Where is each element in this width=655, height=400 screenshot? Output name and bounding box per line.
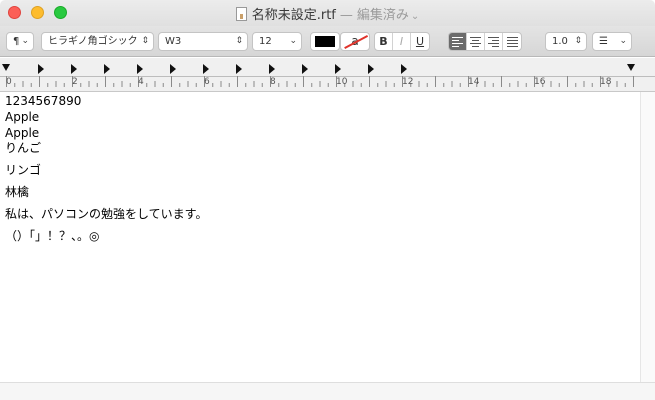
updown-chevron-icon: ⇕ <box>235 36 243 46</box>
document-text-area[interactable]: 1234567890 Apple Apple りんご リンゴ 林檎 私は、パソコ… <box>0 92 640 382</box>
font-style-value: W3 <box>165 36 182 47</box>
bold-button[interactable]: B <box>375 33 393 50</box>
tab-stop-marker[interactable] <box>368 64 374 74</box>
text-line: りんご <box>5 141 42 155</box>
paragraph-style-popup[interactable]: ¶ ⌄ <box>6 32 34 51</box>
tab-stop-marker[interactable] <box>71 64 77 74</box>
document-name: 名称未設定.rtf <box>251 8 336 23</box>
align-left-icon <box>452 37 463 47</box>
updown-chevron-icon: ⇕ <box>574 36 582 46</box>
tab-stop-marker[interactable] <box>38 64 44 74</box>
ruler-number: 16 <box>534 77 546 87</box>
align-right-button[interactable] <box>485 33 503 50</box>
tab-stop-marker[interactable] <box>104 64 110 74</box>
ruler-number: 4 <box>138 77 144 87</box>
right-margin-marker[interactable] <box>627 64 635 71</box>
font-size-value: 12 <box>259 36 272 47</box>
paragraph-icon: ¶ <box>13 36 20 47</box>
font-size-combo[interactable]: 12 ⌄ <box>252 32 302 51</box>
italic-button[interactable]: I <box>393 33 411 50</box>
align-justify-icon <box>506 37 518 47</box>
tab-stop-marker[interactable] <box>302 64 308 74</box>
line-spacing-value: 1.0 <box>552 36 568 47</box>
font-family-value: ヒラギノ角ゴシック <box>48 36 138 47</box>
textedit-window: 名称未設定.rtf—編集済み⌄ ¶⌄ ヒラギノ角ゴシック⇕ W3⇕ 12⌄ a … <box>0 0 655 400</box>
title-bar[interactable]: 名称未設定.rtf — 編集済み ⌄ <box>0 0 655 26</box>
ruler[interactable]: 0 2 4 6 8 10 12 14 16 18 <box>0 58 655 92</box>
font-style-popup[interactable]: W3 ⇕ <box>158 32 248 51</box>
ruler-number: 8 <box>270 77 276 87</box>
ruler-number: 18 <box>600 77 612 87</box>
ruler-number: 14 <box>468 77 480 87</box>
edited-status: 編集済み <box>356 8 409 23</box>
line-spacing-popup[interactable]: 1.0 ⇕ <box>545 32 587 51</box>
tab-stop-marker[interactable] <box>335 64 341 74</box>
vertical-scrollbar[interactable] <box>640 92 655 382</box>
text-color-swatch <box>315 36 335 47</box>
ruler-number: 0 <box>6 77 12 87</box>
text-style-segment: B I U <box>374 32 430 51</box>
underline-button[interactable]: U <box>411 33 429 50</box>
chevron-down-icon: ⌄ <box>21 36 29 46</box>
text-line: リンゴ <box>5 163 42 177</box>
tab-stop-marker[interactable] <box>137 64 143 74</box>
ruler-number: 2 <box>72 77 78 87</box>
left-indent-marker[interactable] <box>2 64 10 71</box>
align-justify-button[interactable] <box>503 33 521 50</box>
list-style-popup[interactable]: ☰ ⌄ <box>592 32 632 51</box>
updown-chevron-icon: ⇕ <box>141 36 149 46</box>
ruler-number: 6 <box>204 77 210 87</box>
list-icon: ☰ <box>599 36 608 47</box>
tab-stop-marker[interactable] <box>269 64 275 74</box>
align-center-button[interactable] <box>467 33 485 50</box>
tab-stop-marker[interactable] <box>236 64 242 74</box>
text-line: 林檎 <box>5 185 30 199</box>
alignment-segment <box>448 32 522 51</box>
align-left-button[interactable] <box>449 33 467 50</box>
text-line: Apple <box>5 110 40 124</box>
text-line: Apple <box>5 126 40 140</box>
font-family-popup[interactable]: ヒラギノ角ゴシック ⇕ <box>41 32 154 51</box>
ruler-number: 12 <box>402 77 414 87</box>
document-icon <box>235 7 247 21</box>
window-title[interactable]: 名称未設定.rtf — 編集済み ⌄ <box>0 4 655 23</box>
chevron-down-icon: ⌄ <box>289 36 297 46</box>
text-color-well[interactable] <box>310 32 340 51</box>
align-right-icon <box>488 37 499 47</box>
format-toolbar: ¶⌄ ヒラギノ角ゴシック⇕ W3⇕ 12⌄ a B I U <box>0 26 655 57</box>
tab-stop-marker[interactable] <box>203 64 209 74</box>
ruler-track <box>0 64 655 87</box>
ruler-number: 10 <box>336 77 348 87</box>
text-line: 私は、パソコンの勉強をしています。 <box>5 207 208 221</box>
tab-stop-marker[interactable] <box>170 64 176 74</box>
tab-stop-marker[interactable] <box>401 64 407 74</box>
window-bottom-edge <box>0 382 655 400</box>
align-center-icon <box>470 37 481 47</box>
chevron-down-icon[interactable]: ⌄ <box>411 11 419 22</box>
highlight-color-well[interactable]: a <box>340 32 370 51</box>
chevron-down-icon: ⌄ <box>619 36 627 46</box>
title-separator: — <box>339 8 353 23</box>
text-line: （）「」！？、。◎ <box>5 229 100 243</box>
text-line: 1234567890 <box>5 94 82 108</box>
